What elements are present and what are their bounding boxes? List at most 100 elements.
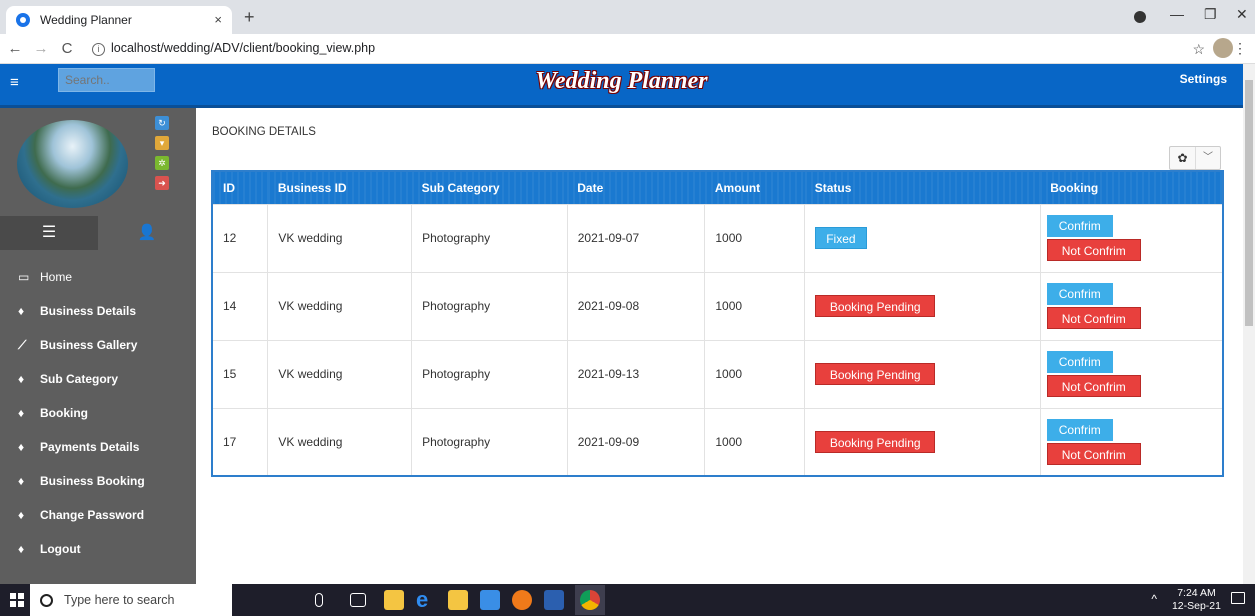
edge-icon[interactable]: e (416, 589, 436, 611)
firefox-icon[interactable] (512, 590, 532, 610)
browser-tab[interactable]: Wedding Planner × (6, 6, 232, 34)
cell-date: 2021-09-08 (566, 271, 706, 341)
sign-out-icon[interactable]: ➜ (155, 176, 169, 190)
windows-start-icon[interactable] (10, 593, 24, 607)
cell-id: 12 (211, 203, 269, 273)
sidebar-item-label: Business Booking (40, 474, 145, 488)
refresh-icon[interactable]: ↻ (155, 116, 169, 130)
new-tab-button[interactable]: + (244, 7, 255, 28)
favicon-icon (16, 13, 30, 27)
forward-arrow-icon[interactable]: → (30, 40, 52, 57)
confirm-button[interactable]: Confrim (1046, 283, 1113, 305)
cell-booking: Confrim Not Confrim (1039, 271, 1224, 341)
tab-menu[interactable]: ☰ (0, 216, 98, 250)
monitor-icon: ▭ (18, 270, 30, 284)
table-row: 15 VK wedding Photography 2021-09-13 100… (211, 339, 1224, 409)
address-bar[interactable]: i localhost/wedding/ADV/client/booking_vi… (92, 41, 375, 56)
sidebar-item-change-password[interactable]: ♦ Change Password (0, 498, 196, 532)
microphone-icon[interactable] (315, 593, 323, 607)
chevron-down-icon[interactable]: ﹀ (1194, 147, 1220, 169)
sidebar-item-home[interactable]: ▭ Home (0, 260, 196, 294)
cell-id: 15 (211, 339, 269, 409)
notification-icon[interactable] (1231, 592, 1245, 604)
brand-title: Wedding Planner (535, 68, 708, 94)
hamburger-menu-icon[interactable]: ≡ (10, 74, 19, 91)
status-badge: Booking Pending (815, 430, 936, 453)
back-arrow-icon[interactable]: ← (4, 40, 26, 57)
cell-date: 2021-09-13 (566, 339, 706, 409)
not-confirm-button[interactable]: Not Confrim (1046, 375, 1141, 397)
minimize-button[interactable]: — (1170, 6, 1184, 22)
store-icon[interactable] (448, 590, 468, 610)
sidebar-item-label: Booking (40, 406, 88, 420)
system-clock[interactable]: 7:24 AM 12-Sep-21 (1172, 587, 1221, 613)
not-confirm-button[interactable]: Not Confrim (1046, 442, 1141, 465)
tab-close-icon[interactable]: × (214, 12, 222, 27)
cell-status: Booking Pending (804, 407, 1041, 477)
tab-user[interactable]: 👤 (98, 216, 196, 250)
task-view-icon[interactable] (350, 593, 366, 607)
chevron-up-icon[interactable]: ^ (1151, 592, 1157, 606)
cell-amount: 1000 (704, 271, 806, 341)
cart-icon[interactable]: ▾ (155, 136, 169, 150)
confirm-button[interactable]: Confrim (1046, 215, 1113, 237)
list-icon: ☰ (41, 224, 57, 241)
page-scrollbar[interactable] (1243, 64, 1255, 584)
info-icon[interactable]: i (92, 43, 105, 56)
reload-icon[interactable]: C (56, 40, 78, 57)
brush-icon: ⟋ (18, 337, 27, 352)
sidebar-item-business-booking[interactable]: ♦ Business Booking (0, 464, 196, 498)
bookmark-star-icon[interactable]: ☆ (1192, 41, 1205, 58)
app-header: Wedding Planner ≡ Settings (0, 64, 1243, 108)
sidebar-item-business-details[interactable]: ♦ Business Details (0, 294, 196, 328)
sidebar-item-sub-category[interactable]: ♦ Sub Category (0, 362, 196, 396)
profile-avatar[interactable] (1213, 38, 1233, 58)
cell-amount: 1000 (704, 203, 806, 273)
table-options-button[interactable]: ✿ ﹀ (1169, 146, 1221, 170)
sidebar-item-payments-details[interactable]: ♦ Payments Details (0, 430, 196, 464)
sidebar-item-label: Sub Category (40, 372, 119, 386)
cell-status: Booking Pending (804, 339, 1041, 409)
gear-icon[interactable]: ✿ (1170, 147, 1195, 169)
not-confirm-button[interactable]: Not Confrim (1046, 307, 1141, 329)
cell-business-id: VK wedding (267, 203, 413, 273)
table-row: 14 VK wedding Photography 2021-09-08 100… (211, 271, 1224, 341)
close-window-button[interactable]: ✕ (1236, 6, 1248, 23)
cell-date: 2021-09-07 (566, 203, 706, 273)
cell-sub-category: Photography (411, 407, 568, 477)
file-explorer-icon[interactable] (384, 590, 404, 610)
maximize-button[interactable]: ❐ (1204, 6, 1217, 23)
fire-icon: ♦ (18, 372, 25, 386)
scrollbar-thumb[interactable] (1245, 80, 1253, 326)
status-badge: Fixed (815, 227, 867, 249)
settings-link[interactable]: Settings (1180, 72, 1227, 86)
fire-icon: ♦ (18, 304, 25, 318)
confirm-button[interactable]: Confrim (1046, 418, 1113, 441)
cell-id: 14 (211, 271, 269, 341)
not-confirm-button[interactable]: Not Confrim (1046, 239, 1141, 261)
fire-icon: ♦ (18, 474, 25, 488)
mail-icon[interactable] (480, 590, 500, 610)
confirm-button[interactable]: Confrim (1046, 351, 1113, 373)
column-header: Booking (1040, 171, 1223, 204)
taskbar-search[interactable]: Type here to search (30, 584, 232, 616)
cell-booking: Confrim Not Confrim (1039, 339, 1224, 409)
cell-business-id: VK wedding (267, 407, 413, 477)
cell-sub-category: Photography (411, 271, 568, 341)
chrome-icon[interactable] (580, 590, 600, 610)
sidebar-item-business-gallery[interactable]: ⟋ Business Gallery (0, 328, 196, 362)
column-header: Sub Category (411, 171, 568, 204)
sidebar-item-label: Logout (40, 542, 81, 556)
tab-title: Wedding Planner (40, 13, 132, 27)
gear-icon[interactable]: ✲ (155, 156, 169, 170)
sidebar-item-booking[interactable]: ♦ Booking (0, 396, 196, 430)
fire-icon: ♦ (18, 542, 25, 556)
sidebar-item-logout[interactable]: ♦ Logout (0, 532, 196, 566)
column-header: Date (567, 171, 705, 204)
browser-menu-icon[interactable]: ⋮ (1233, 40, 1247, 57)
column-header: Status (804, 171, 1041, 204)
media-indicator-icon[interactable] (1134, 11, 1146, 23)
word-icon[interactable] (544, 590, 564, 610)
search-input[interactable] (58, 68, 155, 92)
sidebar-item-label: Home (40, 270, 73, 284)
